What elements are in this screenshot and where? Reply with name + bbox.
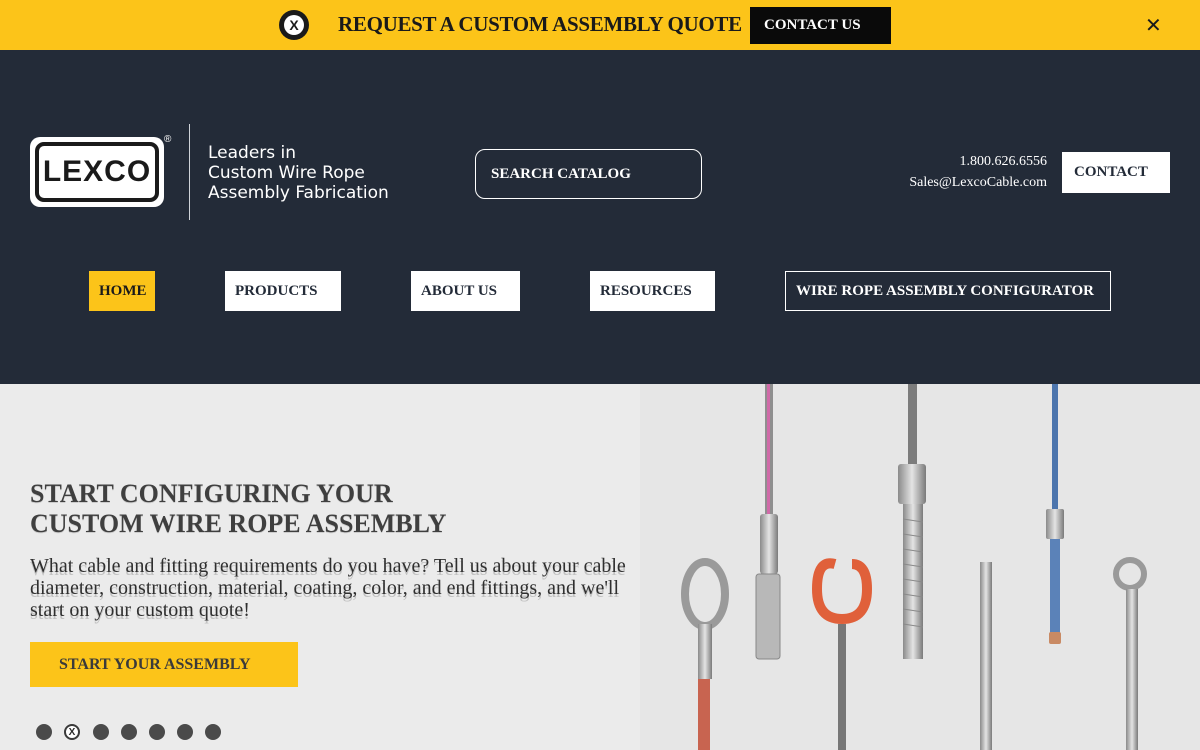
hero-title-line: CUSTOM WIRE ROPE ASSEMBLY [30, 509, 447, 538]
hero-title-line: START CONFIGURING YOUR [30, 479, 393, 508]
emblem-glyph: X [284, 15, 304, 35]
slider-dot[interactable] [205, 724, 221, 740]
lexco-emblem-icon: X [279, 10, 309, 40]
nav-products[interactable]: PRODUCTS [225, 271, 341, 311]
email-link[interactable]: Sales@LexcoCable.com [909, 175, 1047, 191]
tagline-line: Assembly Fabrication [208, 183, 389, 203]
nav-configurator[interactable]: WIRE ROPE ASSEMBLY CONFIGURATOR [785, 271, 1111, 311]
start-assembly-button[interactable]: START YOUR ASSEMBLY [30, 642, 298, 687]
tagline-line: Custom Wire Rope [208, 163, 365, 183]
logo-divider [189, 124, 190, 220]
hero-slider: START CONFIGURING YOUR CUSTOM WIRE ROPE … [0, 384, 1200, 750]
banner-contact-button[interactable]: CONTACT US [750, 7, 891, 44]
nav-home[interactable]: HOME [89, 271, 155, 311]
nav-resources[interactable]: RESOURCES [590, 271, 715, 311]
slider-dot[interactable] [121, 724, 137, 740]
active-dot-glyph: X [68, 726, 76, 738]
nav-about-us[interactable]: ABOUT US [411, 271, 520, 311]
registered-mark: ® [164, 134, 172, 145]
slider-dot[interactable] [36, 724, 52, 740]
hero-description: What cable and fitting requirements do y… [30, 555, 626, 621]
tagline: Leaders in Custom Wire Rope Assembly Fab… [208, 143, 389, 203]
phone-link[interactable]: 1.800.626.6556 [960, 154, 1048, 170]
banner-title: REQUEST A CUSTOM ASSEMBLY QUOTE [338, 12, 742, 36]
hero-title: START CONFIGURING YOUR CUSTOM WIRE ROPE … [30, 479, 446, 539]
search-catalog-button[interactable]: SEARCH CATALOG [475, 149, 702, 199]
slider-dot-active[interactable]: X [64, 724, 80, 740]
close-icon[interactable]: ✕ [1145, 14, 1162, 36]
slider-dot[interactable] [149, 724, 165, 740]
tagline-line: Leaders in [208, 143, 297, 163]
logo-text: LEXCO [35, 142, 159, 202]
slider-dot[interactable] [93, 724, 109, 740]
site-header: LEXCO ® Leaders in Custom Wire Rope Asse… [0, 50, 1200, 384]
contact-button[interactable]: CONTACT [1062, 152, 1170, 193]
lexco-logo[interactable]: LEXCO [30, 137, 164, 207]
quote-banner: X REQUEST A CUSTOM ASSEMBLY QUOTE CONTAC… [0, 0, 1200, 50]
slider-dot[interactable] [177, 724, 193, 740]
